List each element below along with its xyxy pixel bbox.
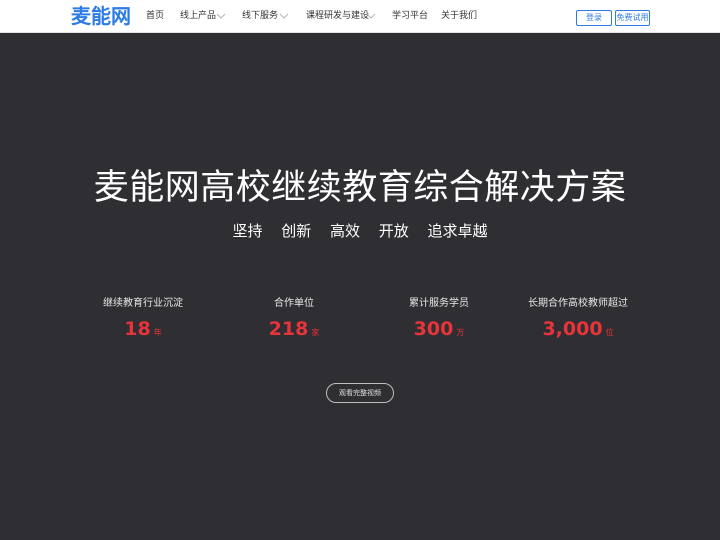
stat-unit: 万 [456, 328, 465, 337]
hero-subtitle: 坚持 创新 高效 开放 追求卓越 [232, 222, 488, 240]
stat-value: 18 年 [63, 316, 223, 346]
nav-item-home[interactable]: 首页 [146, 0, 164, 33]
stat-unit: 位 [605, 328, 614, 337]
stat-label: 累计服务学员 [409, 298, 469, 309]
free-trial-button[interactable]: 免费试用 [615, 10, 650, 26]
stat-item: 长期合作高校教师超过 3,000 位 [498, 296, 658, 346]
stat-label: 长期合作高校教师超过 [528, 298, 628, 309]
stat-item: 继续教育行业沉淀 18 年 [63, 296, 223, 346]
nav-item-offline-services[interactable]: 线下服务 [242, 0, 278, 33]
stat-value: 300 万 [359, 316, 519, 346]
chevron-down-icon[interactable] [366, 13, 376, 19]
watch-full-video-button[interactable]: 观看完整视频 [326, 383, 394, 403]
stat-value: 3,000 位 [498, 316, 658, 346]
login-button[interactable]: 登录 [576, 10, 612, 26]
top-navigation-bar: 麦能网 首页 线上产品 线下服务 课程研发与建设 学习平台 关于我们 登录 免费… [0, 0, 720, 33]
stat-number: 3,000 [542, 318, 603, 340]
stat-value: 218 家 [214, 316, 374, 346]
stat-item: 合作单位 218 家 [214, 296, 374, 346]
chevron-down-icon[interactable] [216, 13, 226, 19]
stat-number: 218 [268, 318, 309, 340]
stat-unit: 年 [153, 328, 162, 337]
chevron-down-icon[interactable] [279, 13, 289, 19]
stat-item: 累计服务学员 300 万 [359, 296, 519, 346]
hero-title: 麦能网高校继续教育综合解决方案 [93, 168, 627, 208]
nav-item-course-development[interactable]: 课程研发与建设 [306, 0, 369, 33]
stat-label: 合作单位 [274, 298, 314, 309]
nav-item-about-us[interactable]: 关于我们 [441, 0, 477, 33]
stat-number: 300 [413, 318, 454, 340]
nav-item-learning-platform[interactable]: 学习平台 [392, 0, 428, 33]
stat-label: 继续教育行业沉淀 [103, 298, 183, 309]
stat-unit: 家 [311, 328, 320, 337]
site-logo[interactable]: 麦能网 [71, 4, 131, 28]
stat-number: 18 [124, 318, 151, 340]
nav-item-online-products[interactable]: 线上产品 [180, 0, 216, 33]
